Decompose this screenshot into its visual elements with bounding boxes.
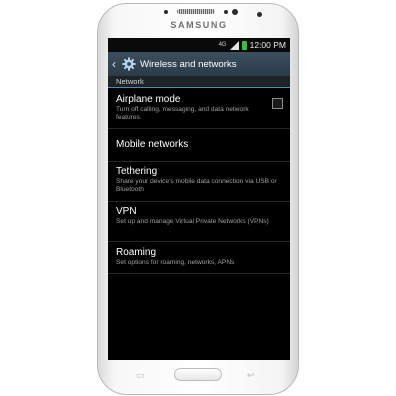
- status-bar: 4G 12:00 PM: [108, 38, 290, 52]
- back-key-icon[interactable]: ↩: [247, 370, 255, 381]
- brand-label: SAMSUNG: [170, 20, 228, 30]
- list-item-mobile-networks[interactable]: Mobile networks: [108, 129, 290, 162]
- earpiece-speaker: [177, 9, 215, 14]
- gear-icon: [122, 57, 136, 71]
- battery-icon: [241, 40, 247, 50]
- item-description: Set up and manage Virtual Private Networ…: [116, 218, 269, 225]
- item-title: Mobile networks: [116, 139, 189, 150]
- camera-lens: [232, 9, 238, 15]
- screen: 4G 12:00 PM ‹ Wireless and networks Netw…: [108, 38, 290, 360]
- front-camera: [164, 10, 168, 14]
- item-description: Set options for roaming, networks, APNs: [116, 259, 235, 266]
- section-header-network: Network: [108, 76, 290, 88]
- home-button[interactable]: [174, 368, 222, 381]
- status-time: 12:00 PM: [249, 40, 286, 50]
- network-type: 4G: [218, 42, 227, 48]
- list-item-tethering[interactable]: Tethering Share your device's mobile dat…: [108, 162, 290, 202]
- list-item-vpn[interactable]: VPN Set up and manage Virtual Private Ne…: [108, 202, 290, 242]
- item-title: Roaming: [116, 247, 157, 258]
- item-title: Airplane mode: [116, 94, 181, 105]
- signal-icon: [229, 40, 239, 50]
- proximity-sensor: [257, 12, 262, 17]
- item-title: Tethering: [116, 166, 158, 177]
- airplane-mode-checkbox[interactable]: [272, 98, 283, 109]
- item-description: Share your device's mobile data connecti…: [116, 178, 277, 193]
- menu-key-icon[interactable]: ▭: [136, 370, 145, 381]
- item-description: Turn off calling, messaging, and data ne…: [116, 106, 249, 121]
- action-bar: ‹ Wireless and networks: [108, 52, 290, 76]
- list-item-roaming[interactable]: Roaming Set options for roaming, network…: [108, 242, 290, 274]
- back-arrow-icon[interactable]: ‹: [112, 57, 121, 71]
- list-item-airplane-mode[interactable]: Airplane mode Turn off calling, messagin…: [108, 90, 290, 129]
- sensor-dot: [224, 10, 228, 14]
- item-title: VPN: [116, 206, 137, 217]
- page-title: Wireless and networks: [140, 58, 237, 70]
